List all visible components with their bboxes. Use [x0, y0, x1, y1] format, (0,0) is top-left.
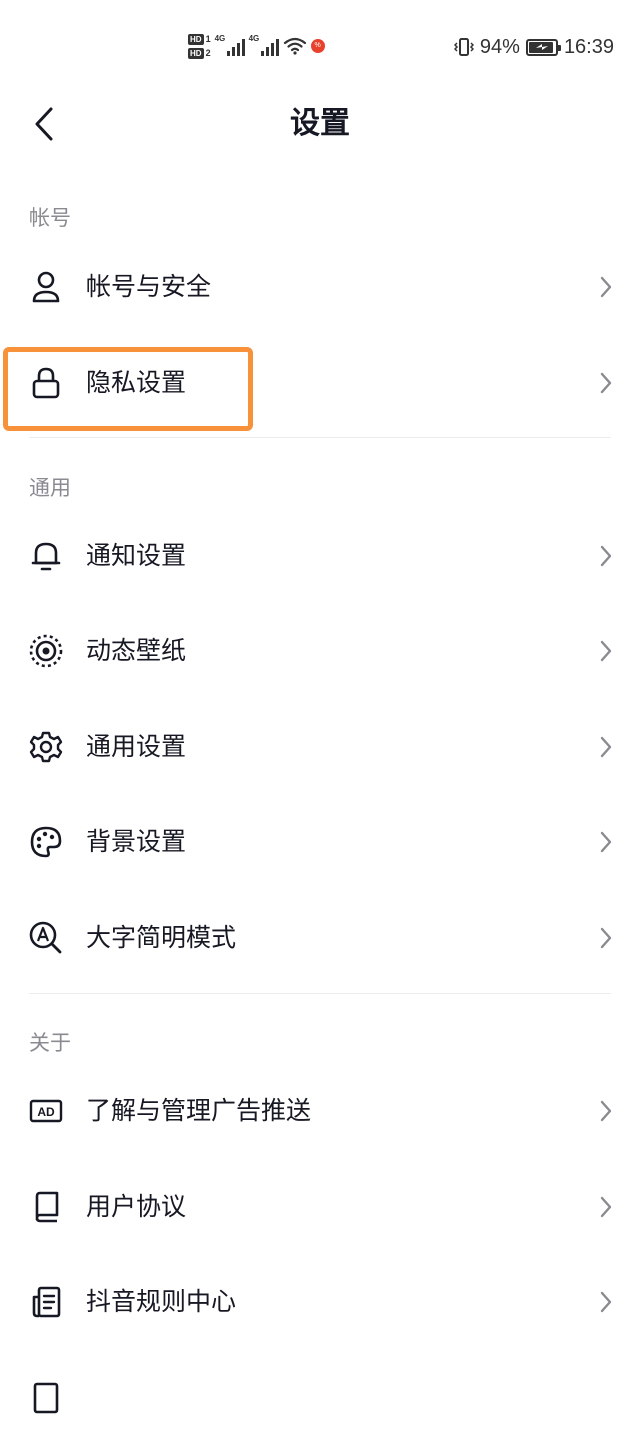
charging-icon: [535, 44, 548, 50]
chevron-right-icon: [600, 1196, 612, 1218]
chevron-right-icon: [600, 276, 612, 298]
chevron-right-icon: [600, 372, 612, 394]
chevron-right-icon: [600, 1100, 612, 1122]
gear-icon: [28, 729, 64, 765]
sim2-badge: HD 2: [188, 47, 211, 59]
sim1-badge: HD 1: [188, 33, 211, 45]
menu-item-label: 了解与管理广告推送: [86, 1096, 312, 1125]
chevron-right-icon: [600, 1291, 612, 1313]
book-icon: [28, 1189, 64, 1225]
live-wallpaper-icon: [28, 633, 64, 669]
network-type-label: 4G: [248, 34, 260, 43]
clock-time: 16:39: [563, 35, 614, 58]
ad-icon-text: AD: [37, 1105, 55, 1119]
menu-item-label: 通知设置: [86, 541, 187, 570]
chevron-right-icon: [600, 831, 612, 853]
menu-item-ad-management[interactable]: AD 了解与管理广告推送: [0, 1066, 640, 1156]
menu-item-rules-center[interactable]: 抖音规则中心: [0, 1257, 640, 1347]
battery-icon: [525, 38, 561, 56]
ad-icon: AD: [28, 1093, 64, 1129]
chevron-right-icon: [600, 736, 612, 758]
menu-item-label: 大字简明模式: [86, 923, 237, 952]
hd-label: HD: [188, 33, 204, 45]
wifi-icon: [283, 37, 306, 55]
user-icon: [28, 269, 64, 305]
sim1-number: 1: [205, 33, 211, 44]
hd-label: HD: [188, 47, 204, 59]
menu-item-general-settings[interactable]: 通用设置: [0, 702, 640, 792]
list-icon: [28, 1379, 64, 1415]
section-label-about: 关于: [29, 1031, 71, 1055]
menu-item-label: 隐私设置: [86, 368, 187, 397]
lock-icon: [28, 365, 64, 401]
sim2-number: 2: [205, 47, 211, 58]
bell-icon: [28, 538, 64, 574]
menu-item-partial[interactable]: [0, 1352, 640, 1442]
sim-indicators: HD 1 HD 2: [188, 33, 211, 59]
palette-icon: [28, 824, 64, 860]
header-bar: 设置: [0, 92, 640, 162]
menu-item-background-settings[interactable]: 背景设置: [0, 797, 640, 887]
menu-item-large-text-mode[interactable]: 大字简明模式: [0, 893, 640, 983]
chevron-right-icon: [600, 545, 612, 567]
signal-strength-icon: 4G: [248, 34, 279, 56]
menu-item-label: 通用设置: [86, 732, 187, 761]
menu-item-live-wallpaper[interactable]: 动态壁纸: [0, 606, 640, 696]
section-divider: [29, 993, 611, 994]
menu-item-privacy-settings[interactable]: 隐私设置: [0, 338, 640, 428]
menu-item-user-agreement[interactable]: 用户协议: [0, 1162, 640, 1252]
menu-item-account-security[interactable]: 帐号与安全: [0, 242, 640, 332]
menu-item-label: 用户协议: [86, 1192, 187, 1221]
signal-strength-icon: 4G: [214, 34, 245, 56]
status-bar: HD 1 HD 2 4G 4G % 94% 16:39: [0, 0, 640, 92]
section-divider: [29, 437, 611, 438]
document-icon: [28, 1284, 64, 1320]
vibrate-icon: [453, 38, 474, 56]
section-label-account: 帐号: [29, 206, 71, 230]
large-text-search-icon: [28, 920, 64, 956]
app-notification-icon: %: [310, 39, 325, 53]
menu-item-label: 帐号与安全: [86, 272, 212, 301]
menu-item-label: 抖音规则中心: [86, 1287, 237, 1316]
menu-item-label: 动态壁纸: [86, 636, 187, 665]
status-bar-left: HD 1 HD 2 4G 4G %: [188, 28, 325, 64]
battery-percent: 94%: [479, 35, 520, 58]
menu-item-notification-settings[interactable]: 通知设置: [0, 511, 640, 601]
chevron-right-icon: [600, 640, 612, 662]
menu-item-label: 背景设置: [86, 827, 187, 856]
network-type-label: 4G: [214, 34, 226, 43]
section-label-general: 通用: [29, 476, 71, 500]
chevron-right-icon: [600, 927, 612, 949]
page-title: 设置: [290, 106, 350, 141]
status-bar-right: 94% 16:39: [453, 30, 614, 64]
